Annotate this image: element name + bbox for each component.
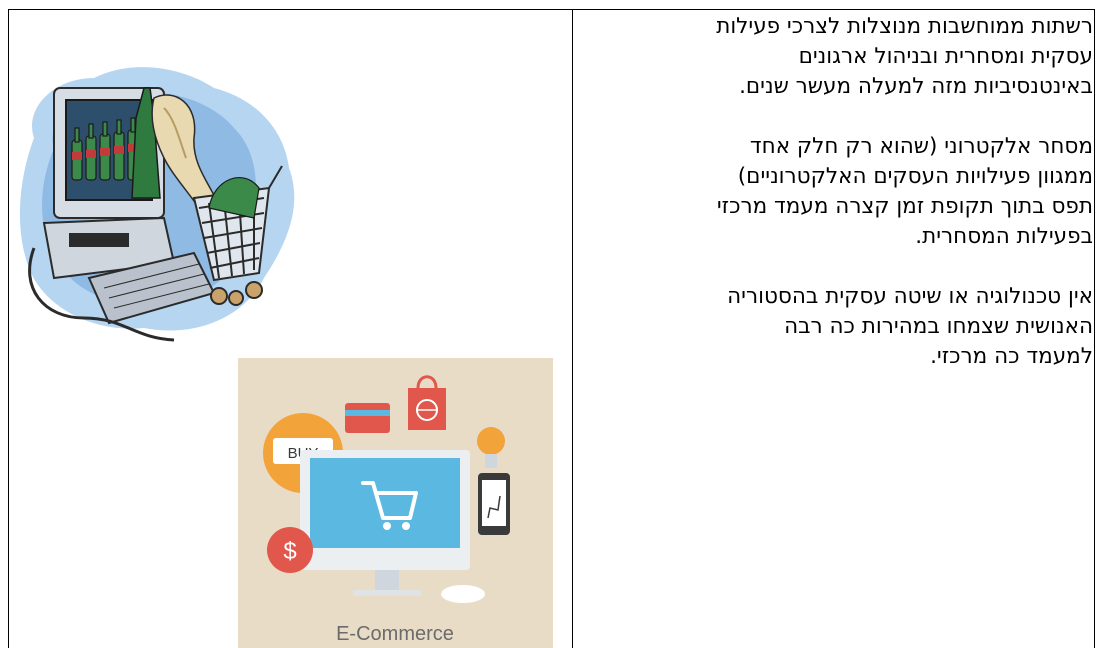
shopping-bag-icon xyxy=(408,388,446,430)
credit-card-icon xyxy=(345,403,390,433)
text-column: רשתות ממוחשבות מנוצלות לצרכי פעילות עסקי… xyxy=(578,12,1093,372)
monitor-screen xyxy=(310,458,460,548)
column-divider xyxy=(572,9,573,648)
lightbulb-icon xyxy=(477,427,505,455)
paragraph-2-line-3: תפס בתוך תקופת זמן קצרה מעמד מרכזי xyxy=(716,194,1093,219)
paragraph-1-line-2: עסקית ומסחרית ובניהול ארגונים xyxy=(798,44,1093,69)
mouse-icon xyxy=(441,585,485,603)
paragraph-3: אין טכנולוגיה או שיטה עסקית בהסטוריה האנ… xyxy=(578,282,1093,372)
paragraph-1-line-1: רשתות ממוחשבות מנוצלות לצרכי פעילות xyxy=(716,14,1093,39)
paragraph-2-line-1: מסחר אלקטרוני (שהוא רק חלק אחד xyxy=(749,134,1093,159)
paragraph-3-line-2: האנושית שצמחו במהירות כה רבה xyxy=(784,314,1093,339)
paragraph-2-line-4: בפעילות המסחרית. xyxy=(915,224,1093,249)
paragraph-3-line-1: אין טכנולוגיה או שיטה עסקית בהסטוריה xyxy=(727,284,1093,309)
ecommerce-caption: E-Commerce xyxy=(336,623,454,645)
dollar-sign: $ xyxy=(283,538,296,565)
paragraph-1-line-3: באינטנסיביות מזה למעלה מעשר שנים. xyxy=(739,74,1093,99)
paragraph-1: רשתות ממוחשבות מנוצלות לצרכי פעילות עסקי… xyxy=(578,12,1093,102)
paragraph-3-line-3: למעמד כה מרכזי. xyxy=(930,344,1093,369)
computer-shopping-cart-clipart xyxy=(19,67,295,342)
paragraph-2: מסחר אלקטרוני (שהוא רק חלק אחד ממגוון פע… xyxy=(578,132,1093,252)
paragraph-2-line-2: ממגוון פעילויות העסקים האלקטרוניים) xyxy=(737,164,1093,189)
ecommerce-illustration: BUY $ E-Commerce xyxy=(238,358,553,648)
